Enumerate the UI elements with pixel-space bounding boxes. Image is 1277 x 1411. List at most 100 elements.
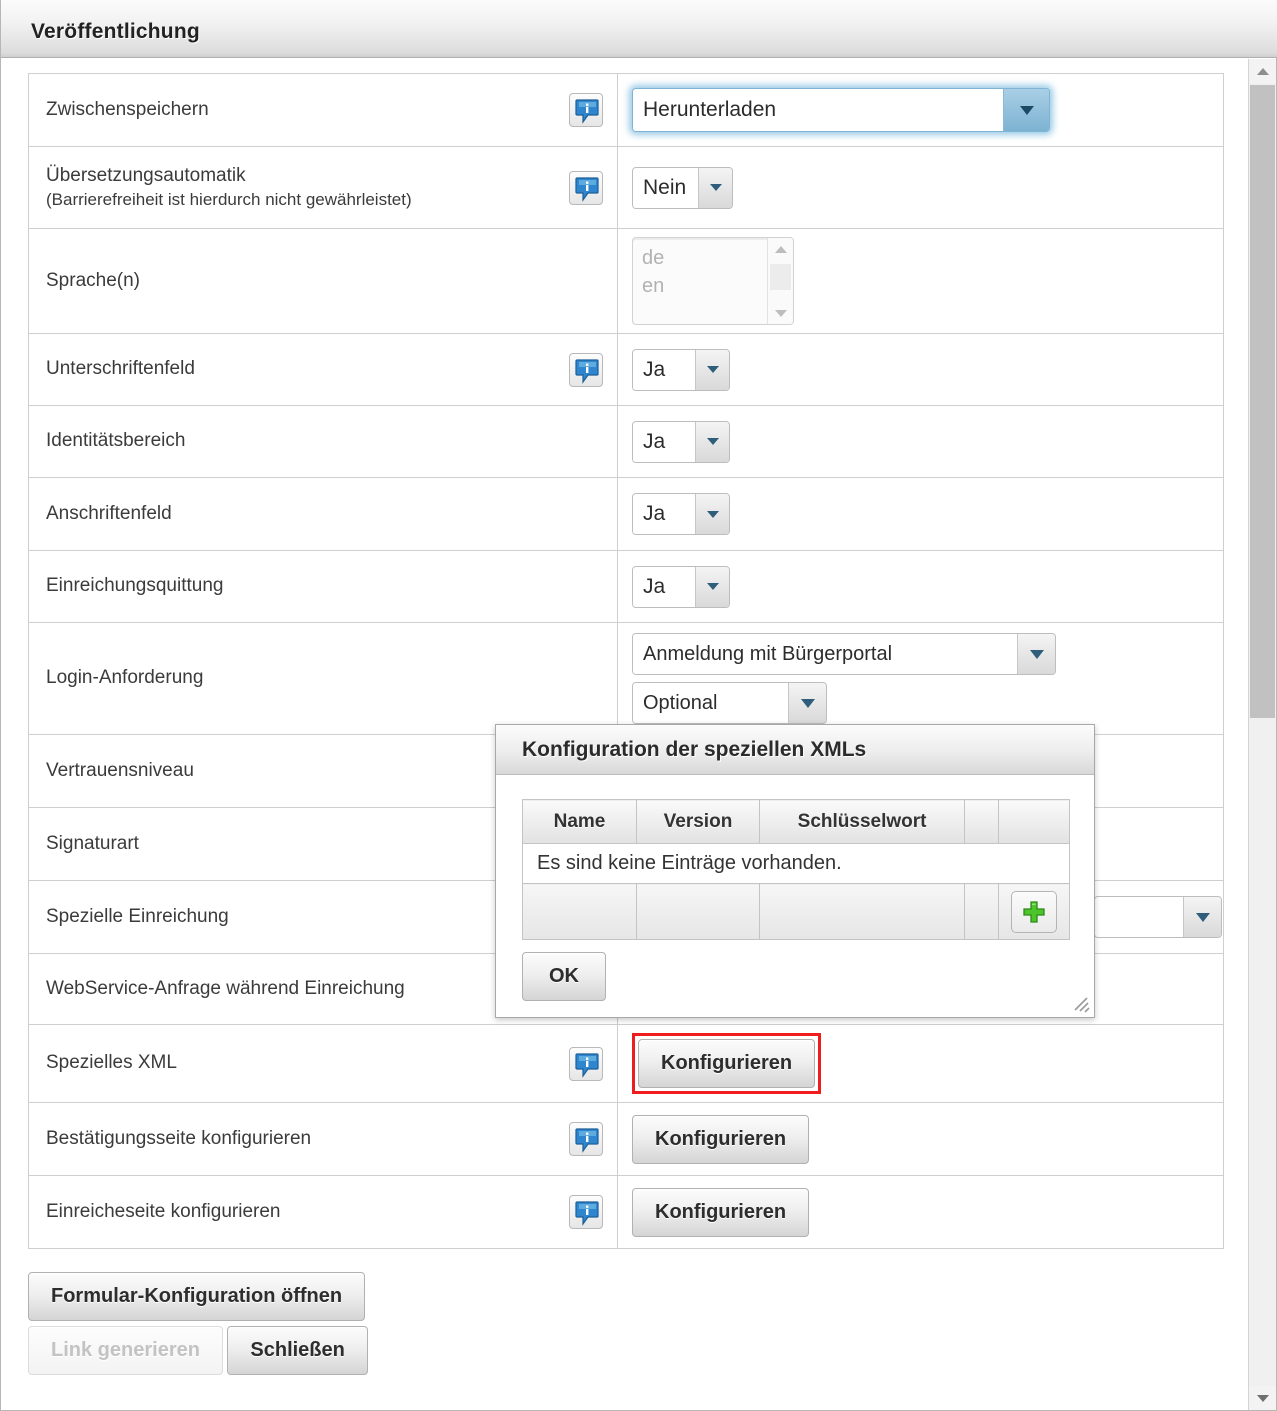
translation-select[interactable]: Nein (632, 166, 734, 209)
login-optionality-select[interactable]: Optional (632, 682, 827, 724)
info-icon[interactable] (569, 1122, 603, 1156)
chevron-down-icon[interactable] (698, 167, 733, 208)
row-value-cell: Nein (617, 146, 1224, 229)
table-row: Unterschriftenfeld Ja (28, 333, 1224, 406)
row-value-cell: Ja (617, 333, 1224, 406)
cache-select-value: Herunterladen (633, 89, 1003, 131)
setting-label-sub: (Barrierefreiheit ist hierdurch nicht ge… (46, 189, 412, 209)
table-row: Login-Anforderung Anmeldung mit Bürgerpo… (28, 622, 1224, 735)
cache-select[interactable]: Herunterladen (632, 88, 1050, 132)
add-row-button[interactable] (1011, 890, 1058, 933)
scrollbar-thumb[interactable] (1250, 85, 1275, 718)
grid-footer-cell (522, 883, 637, 940)
generate-link-button[interactable]: Link generieren (28, 1326, 223, 1375)
vertical-scrollbar[interactable] (1248, 59, 1276, 1410)
column-header-spacer-1 (964, 799, 1000, 844)
list-item[interactable]: en (642, 272, 763, 300)
special-submission-select[interactable] (1094, 896, 1222, 938)
column-header-version[interactable]: Version (635, 799, 761, 844)
dialog-titlebar[interactable]: Konfiguration der speziellen XMLs (496, 725, 1094, 775)
info-icon[interactable] (569, 1046, 603, 1081)
row-value-cell: Herunterladen (617, 73, 1224, 147)
chevron-down-icon[interactable] (1017, 634, 1055, 674)
row-label-cell: Einreichungsquittung (28, 550, 618, 623)
chevron-down-icon[interactable] (1003, 89, 1049, 131)
page-title: Veröffentlichung (31, 20, 200, 43)
dialog-body: Name Version Schlüsselwort Es sind keine… (496, 775, 1094, 1001)
login-requirement-select[interactable]: Anmeldung mit Bürgerportal (632, 633, 1056, 675)
chevron-down-icon[interactable] (695, 566, 729, 607)
row-value-cell: Ja (617, 405, 1224, 478)
configure-confirmation-page-button[interactable]: Konfigurieren (632, 1114, 810, 1164)
row-value-cell: Anmeldung mit Bürgerportal Optional (617, 622, 1224, 735)
row-label-cell: Anschriftenfeld (28, 477, 618, 551)
translation-select-value: Nein (633, 167, 699, 208)
row-label-cell: Unterschriftenfeld (28, 333, 618, 406)
table-row: Anschriftenfeld Ja (28, 477, 1224, 551)
identity-area-select[interactable]: Ja (632, 420, 730, 463)
chevron-down-icon[interactable] (695, 494, 729, 534)
setting-label: Einreicheseite konfigurieren (46, 1200, 281, 1222)
address-field-select-value: Ja (633, 494, 695, 534)
language-listbox-items: de en (633, 238, 763, 301)
setting-label: Login-Anforderung (46, 667, 204, 689)
signature-field-select[interactable]: Ja (632, 348, 730, 391)
row-label-cell: Login-Anforderung (28, 622, 618, 735)
grid-empty-row: Es sind keine Einträge vorhanden. (522, 843, 1070, 884)
setting-label: Einreichungsquittung (46, 575, 224, 597)
resize-handle-icon[interactable] (1071, 994, 1091, 1014)
chevron-down-icon[interactable] (788, 683, 826, 723)
chevron-down-icon[interactable] (1183, 897, 1221, 937)
row-label-cell: Übersetzungsautomatik (Barrierefreiheit … (28, 146, 618, 229)
grid-footer-cell (759, 883, 966, 940)
column-header-spacer-2 (998, 799, 1070, 844)
column-header-keyword[interactable]: Schlüsselwort (759, 799, 966, 844)
scroll-down-icon[interactable] (768, 302, 793, 324)
list-item[interactable]: de (642, 244, 763, 272)
row-label-cell: Identitätsbereich (28, 405, 618, 478)
submission-receipt-select[interactable]: Ja (632, 565, 730, 608)
footer-row-primary: Formular-Konfiguration öffnen (28, 1272, 368, 1321)
chevron-down-icon[interactable] (695, 349, 729, 390)
grid-footer-row (522, 883, 1070, 940)
setting-label: Unterschriftenfeld (46, 358, 195, 380)
close-button[interactable]: Schließen (227, 1326, 368, 1375)
setting-label: Anschriftenfeld (46, 502, 172, 524)
row-value-cell: Konfigurieren (617, 1024, 1224, 1103)
dialog-actions: OK (522, 952, 1068, 1001)
info-icon[interactable] (569, 93, 603, 127)
grid-empty-message: Es sind keine Einträge vorhanden. (522, 843, 1070, 884)
info-icon[interactable] (569, 170, 603, 205)
publication-settings-table: Zwischenspeichern Herunterladen Übersetz… (28, 73, 1224, 1249)
language-listbox-scrollbar[interactable] (767, 238, 793, 324)
signature-field-select-value: Ja (633, 349, 695, 390)
special-xml-config-dialog: Konfiguration der speziellen XMLs Name V… (495, 724, 1095, 1018)
login-optionality-select-value: Optional (633, 683, 788, 723)
dialog-ok-button[interactable]: OK (522, 952, 606, 1001)
special-submission-select-value (1095, 897, 1183, 937)
scrollbar-thumb[interactable] (770, 264, 791, 290)
table-row: Einreicheseite konfigurieren Konfigurier… (28, 1175, 1224, 1249)
setting-label: Bestätigungsseite konfigurieren (46, 1127, 312, 1149)
identity-area-select-value: Ja (633, 421, 695, 462)
scroll-up-icon[interactable] (1249, 59, 1276, 83)
setting-label-main: Übersetzungsautomatik (46, 165, 246, 187)
row-value-cell: Ja (617, 477, 1224, 551)
table-row: Bestätigungsseite konfigurieren Konfigur… (28, 1102, 1224, 1176)
scroll-down-icon[interactable] (1249, 1386, 1276, 1410)
chevron-down-icon[interactable] (695, 421, 729, 462)
publication-window: Veröffentlichung Zwischenspeichern Herun… (0, 0, 1277, 1411)
footer-row-secondary: Link generieren Schließen (28, 1326, 368, 1375)
scroll-up-icon[interactable] (768, 238, 793, 260)
configure-special-xml-button[interactable]: Konfigurieren (638, 1039, 816, 1088)
address-field-select[interactable]: Ja (632, 493, 730, 535)
info-icon[interactable] (569, 352, 603, 387)
language-listbox[interactable]: de en (632, 237, 794, 325)
configure-submission-page-button[interactable]: Konfigurieren (632, 1187, 810, 1237)
row-value-cell: Ja (617, 550, 1224, 623)
column-header-name[interactable]: Name (522, 799, 637, 844)
row-label-cell: Zwischenspeichern (28, 73, 618, 147)
info-icon[interactable] (569, 1195, 603, 1229)
open-form-config-button[interactable]: Formular-Konfiguration öffnen (28, 1272, 366, 1321)
row-label-cell: Einreicheseite konfigurieren (28, 1175, 618, 1249)
